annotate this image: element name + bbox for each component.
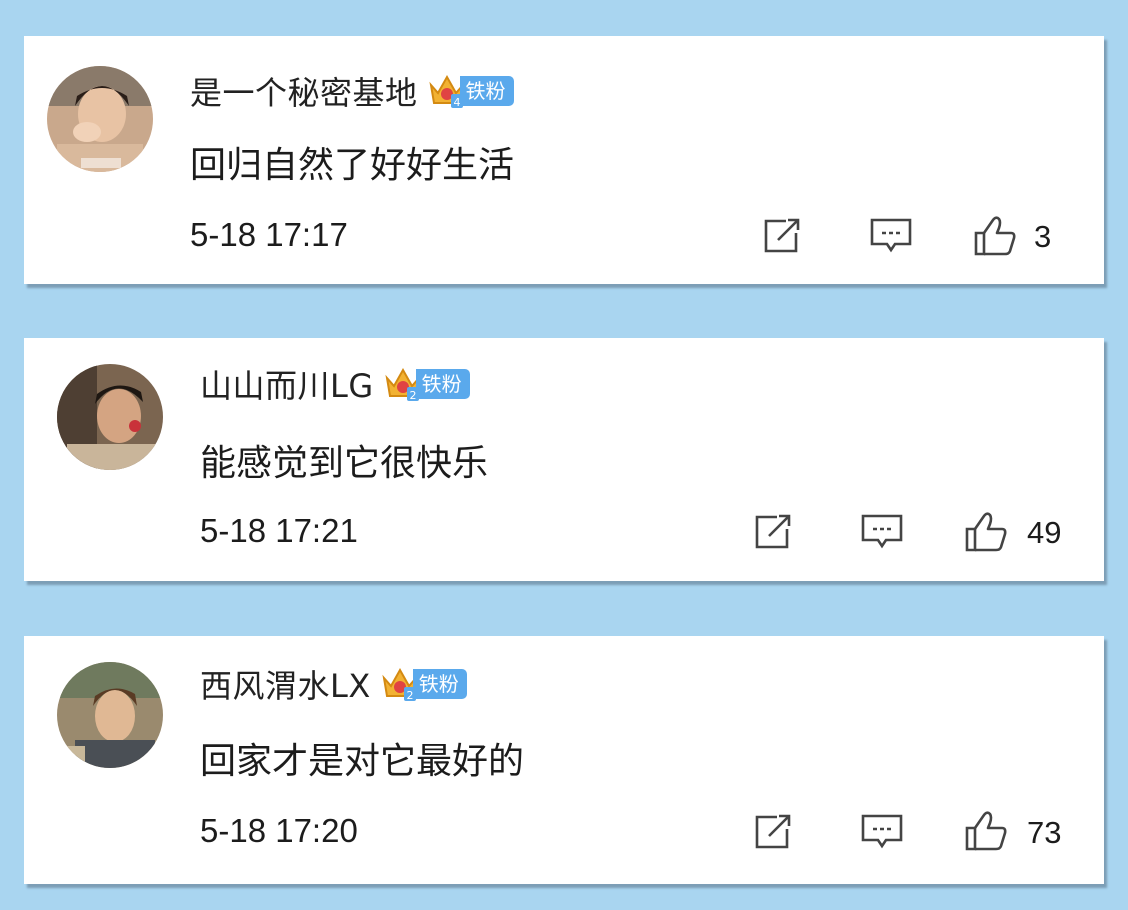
share-icon[interactable] bbox=[762, 216, 804, 256]
like-count: 3 bbox=[1034, 219, 1052, 254]
timestamp: 5-18 17:17 bbox=[190, 216, 348, 253]
fan-badge[interactable]: 2 铁粉 bbox=[384, 366, 470, 402]
comment-text: 回家才是对它最好的 bbox=[200, 741, 525, 782]
timestamp: 5-18 17:20 bbox=[200, 812, 358, 849]
comment-text: 能感觉到它很快乐 bbox=[200, 443, 489, 484]
fan-badge[interactable]: 4 铁粉 bbox=[428, 73, 514, 109]
thumbs-up-icon[interactable] bbox=[972, 214, 1018, 258]
username[interactable]: 西风渭水LX bbox=[200, 661, 371, 707]
avatar[interactable] bbox=[57, 364, 163, 470]
thumbs-up-icon[interactable] bbox=[963, 510, 1009, 554]
comment-icon[interactable] bbox=[869, 216, 913, 256]
share-icon[interactable] bbox=[753, 812, 795, 852]
badge-label: 铁粉 bbox=[415, 369, 470, 399]
comment-card: 是一个秘密基地 4 铁粉 回归自然了好好生活 5-18 17:17 3 bbox=[24, 36, 1104, 284]
badge-label: 铁粉 bbox=[412, 669, 467, 699]
comment-card: 西风渭水LX 2 铁粉 回家才是对它最好的 5-18 17:20 73 bbox=[24, 636, 1104, 884]
share-icon[interactable] bbox=[753, 512, 795, 552]
like-count: 73 bbox=[1027, 815, 1062, 850]
timestamp: 5-18 17:21 bbox=[200, 512, 358, 549]
like-count: 49 bbox=[1027, 515, 1062, 550]
comment-icon[interactable] bbox=[860, 512, 904, 552]
fan-badge[interactable]: 2 铁粉 bbox=[381, 666, 467, 702]
avatar[interactable] bbox=[57, 662, 163, 768]
svg-text:4: 4 bbox=[453, 96, 460, 109]
badge-label: 铁粉 bbox=[459, 76, 514, 106]
thumbs-up-icon[interactable] bbox=[963, 809, 1009, 853]
comment-icon[interactable] bbox=[860, 812, 904, 852]
username[interactable]: 山山而川LG bbox=[200, 361, 374, 407]
username[interactable]: 是一个秘密基地 bbox=[190, 68, 418, 114]
avatar[interactable] bbox=[47, 66, 153, 172]
comment-text: 回归自然了好好生活 bbox=[190, 145, 515, 186]
comment-card: 山山而川LG 2 铁粉 能感觉到它很快乐 5-18 17:21 49 bbox=[24, 338, 1104, 581]
